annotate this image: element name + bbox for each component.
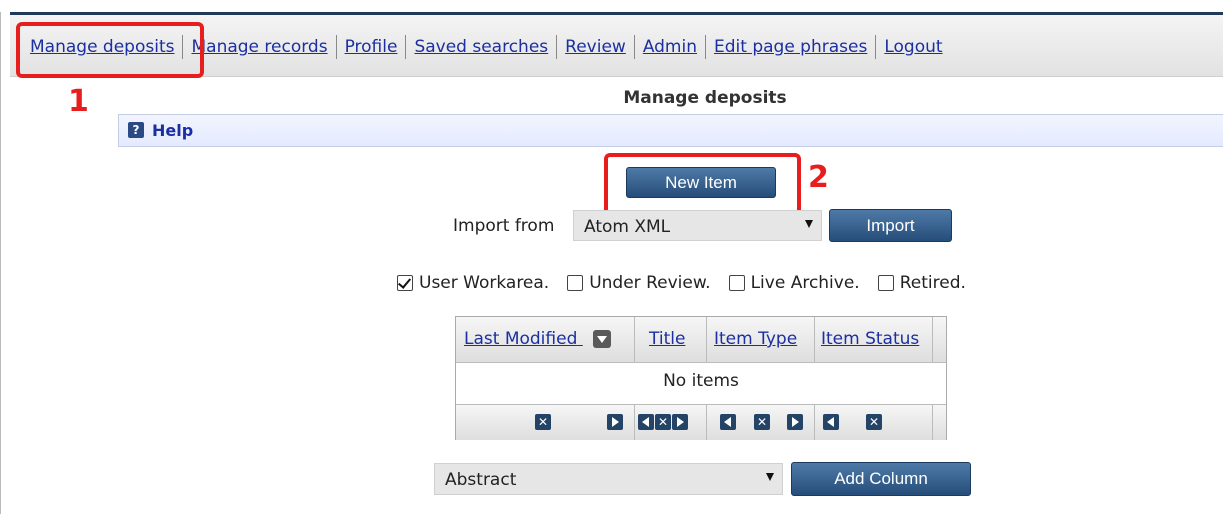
import-from-label: Import from (453, 216, 555, 236)
remove-column-icon[interactable]: ✕ (866, 414, 882, 430)
import-format-value: Atom XML (584, 217, 671, 237)
column-label[interactable]: Last Modified (464, 329, 577, 349)
deposits-table: Last Modified Title Item Type Item Statu… (455, 316, 947, 440)
filter-label: Under Review. (589, 273, 711, 293)
filter-retired[interactable]: Retired. (877, 273, 966, 293)
column-divider (634, 405, 635, 440)
nav-separator (556, 35, 558, 59)
nav-manage-records[interactable]: Manage records (191, 37, 327, 57)
move-right-icon[interactable] (672, 414, 688, 430)
move-left-icon[interactable] (720, 414, 736, 430)
checkbox-under-review[interactable] (567, 275, 584, 291)
checkbox-user-workarea[interactable] (397, 275, 413, 291)
nav-admin[interactable]: Admin (643, 37, 697, 57)
move-right-icon[interactable] (787, 414, 803, 430)
column-title[interactable]: Title (649, 329, 685, 349)
column-divider (706, 317, 707, 362)
checkbox-live-archive[interactable] (728, 275, 745, 291)
nav-edit-page-phrases[interactable]: Edit page phrases (714, 37, 867, 57)
nav-review[interactable]: Review (565, 37, 626, 57)
annotation-box-1 (16, 22, 204, 78)
annotation-box-2 (604, 153, 801, 216)
help-icon[interactable]: ? (128, 122, 144, 138)
filter-live-archive[interactable]: Live Archive. (728, 273, 860, 293)
table-header: Last Modified Title Item Type Item Statu… (456, 317, 946, 363)
help-bar[interactable]: ? Help (118, 114, 1223, 147)
checkbox-retired[interactable] (877, 275, 894, 291)
page-title: Manage deposits (623, 88, 787, 108)
move-right-icon[interactable] (607, 414, 623, 430)
nav-logout[interactable]: Logout (884, 37, 942, 57)
empty-state-text: No items (663, 371, 739, 391)
help-label[interactable]: Help (152, 121, 193, 140)
move-left-icon[interactable] (638, 414, 654, 430)
nav-profile[interactable]: Profile (345, 37, 398, 57)
nav-separator (705, 35, 706, 59)
status-filters: User Workarea. Under Review. Live Archiv… (397, 273, 984, 293)
annotation-number-2: 2 (808, 160, 829, 195)
filter-label: User Workarea. (419, 273, 550, 293)
column-divider (932, 317, 933, 362)
remove-column-icon[interactable]: ✕ (754, 414, 770, 430)
nav-separator (405, 35, 407, 59)
chevron-down-icon (805, 220, 813, 228)
sort-desc-icon[interactable] (592, 330, 611, 348)
nav-separator (875, 35, 877, 59)
remove-column-icon[interactable]: ✕ (655, 414, 671, 430)
column-divider (814, 317, 815, 362)
nav-separator (335, 35, 337, 59)
filter-user-workarea[interactable]: User Workarea. (397, 273, 549, 293)
add-column-button[interactable]: Add Column (791, 462, 971, 496)
chevron-down-icon (766, 473, 774, 481)
remove-column-icon[interactable]: ✕ (535, 414, 551, 430)
filter-under-review[interactable]: Under Review. (567, 273, 711, 293)
filter-label: Retired. (899, 273, 966, 293)
import-format-select[interactable]: Atom XML (573, 210, 822, 241)
nav-saved-searches[interactable]: Saved searches (414, 37, 548, 57)
column-divider (814, 405, 815, 440)
add-column-select[interactable]: Abstract (434, 463, 783, 495)
move-left-icon[interactable] (823, 414, 839, 430)
column-last-modified[interactable]: Last Modified (464, 329, 611, 349)
add-column-value: Abstract (445, 470, 517, 490)
filter-label: Live Archive. (750, 273, 860, 293)
column-divider (932, 405, 933, 440)
column-divider (634, 317, 635, 362)
import-button[interactable]: Import (829, 209, 952, 242)
nav-separator (633, 35, 635, 59)
column-divider (706, 405, 707, 440)
column-item-type[interactable]: Item Type (714, 329, 797, 349)
column-controls: ✕ ✕ ✕ ✕ (456, 404, 946, 440)
column-item-status[interactable]: Item Status (821, 329, 919, 349)
